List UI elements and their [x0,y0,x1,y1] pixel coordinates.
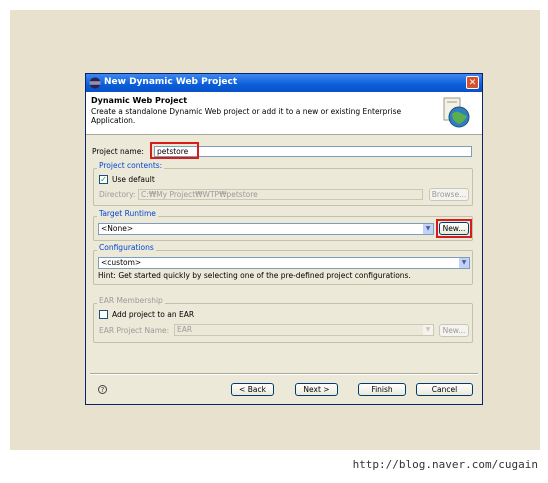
add-to-ear-checkbox[interactable] [99,310,108,319]
button-bar-separator [90,373,478,375]
blog-url: http://blog.naver.com/cugain [352,458,538,471]
eclipse-icon [89,77,101,89]
directory-label: Directory: [99,190,136,199]
target-runtime-group-label: Target Runtime [97,209,158,218]
ear-project-name-value: EAR [177,325,193,334]
project-name-input[interactable]: petstore [154,146,472,157]
wizard-header: Dynamic Web Project Create a standalone … [86,92,482,135]
web-project-globe-icon [443,97,470,128]
wizard-page-description: Create a standalone Dynamic Web project … [91,107,402,125]
dialog-window: New Dynamic Web Project ✕ Dynamic Web Pr… [85,73,483,405]
finish-button[interactable]: Finish [358,383,406,396]
cancel-button[interactable]: Cancel [416,383,473,396]
back-button[interactable]: < Back [231,383,274,396]
configurations-dropdown[interactable]: <custom> ▼ [98,257,470,269]
use-default-label: Use default [112,175,155,184]
title-bar[interactable]: New Dynamic Web Project ✕ [86,74,482,92]
new-runtime-highlight [436,219,472,238]
browse-button[interactable]: Browse... [429,188,469,201]
project-contents-group-label: Project contents: [97,161,165,170]
add-to-ear-label: Add project to an EAR [112,310,195,319]
ear-membership-group [93,303,473,343]
close-button[interactable]: ✕ [466,76,479,89]
target-runtime-dropdown[interactable]: <None> ▼ [98,223,434,235]
chevron-down-icon[interactable]: ▼ [423,224,433,234]
project-contents-group [93,168,473,206]
help-icon[interactable]: ? [98,385,107,394]
chevron-down-icon[interactable]: ▼ [459,258,469,268]
wizard-page-title: Dynamic Web Project [91,96,188,105]
directory-input[interactable]: C:₩My Project₩WTP₩petstore [138,189,423,200]
window-title: New Dynamic Web Project [104,77,238,87]
chevron-down-icon[interactable]: ▼ [423,325,433,335]
use-default-checkbox[interactable]: ✓ [99,175,108,184]
target-runtime-value: <None> [101,224,134,233]
project-name-label: Project name: [92,147,144,156]
project-name-highlight [150,142,199,159]
next-button[interactable]: Next > [295,383,338,396]
configurations-value: <custom> [101,258,142,267]
ear-project-name-label: EAR Project Name: [99,326,170,335]
configurations-group-label: Configurations [97,243,156,252]
ear-membership-group-label: EAR Membership [97,296,165,305]
configurations-hint: Hint: Get started quickly by selecting o… [98,271,411,280]
ear-project-name-dropdown[interactable]: EAR ▼ [174,324,434,336]
new-ear-button[interactable]: New... [439,324,469,337]
